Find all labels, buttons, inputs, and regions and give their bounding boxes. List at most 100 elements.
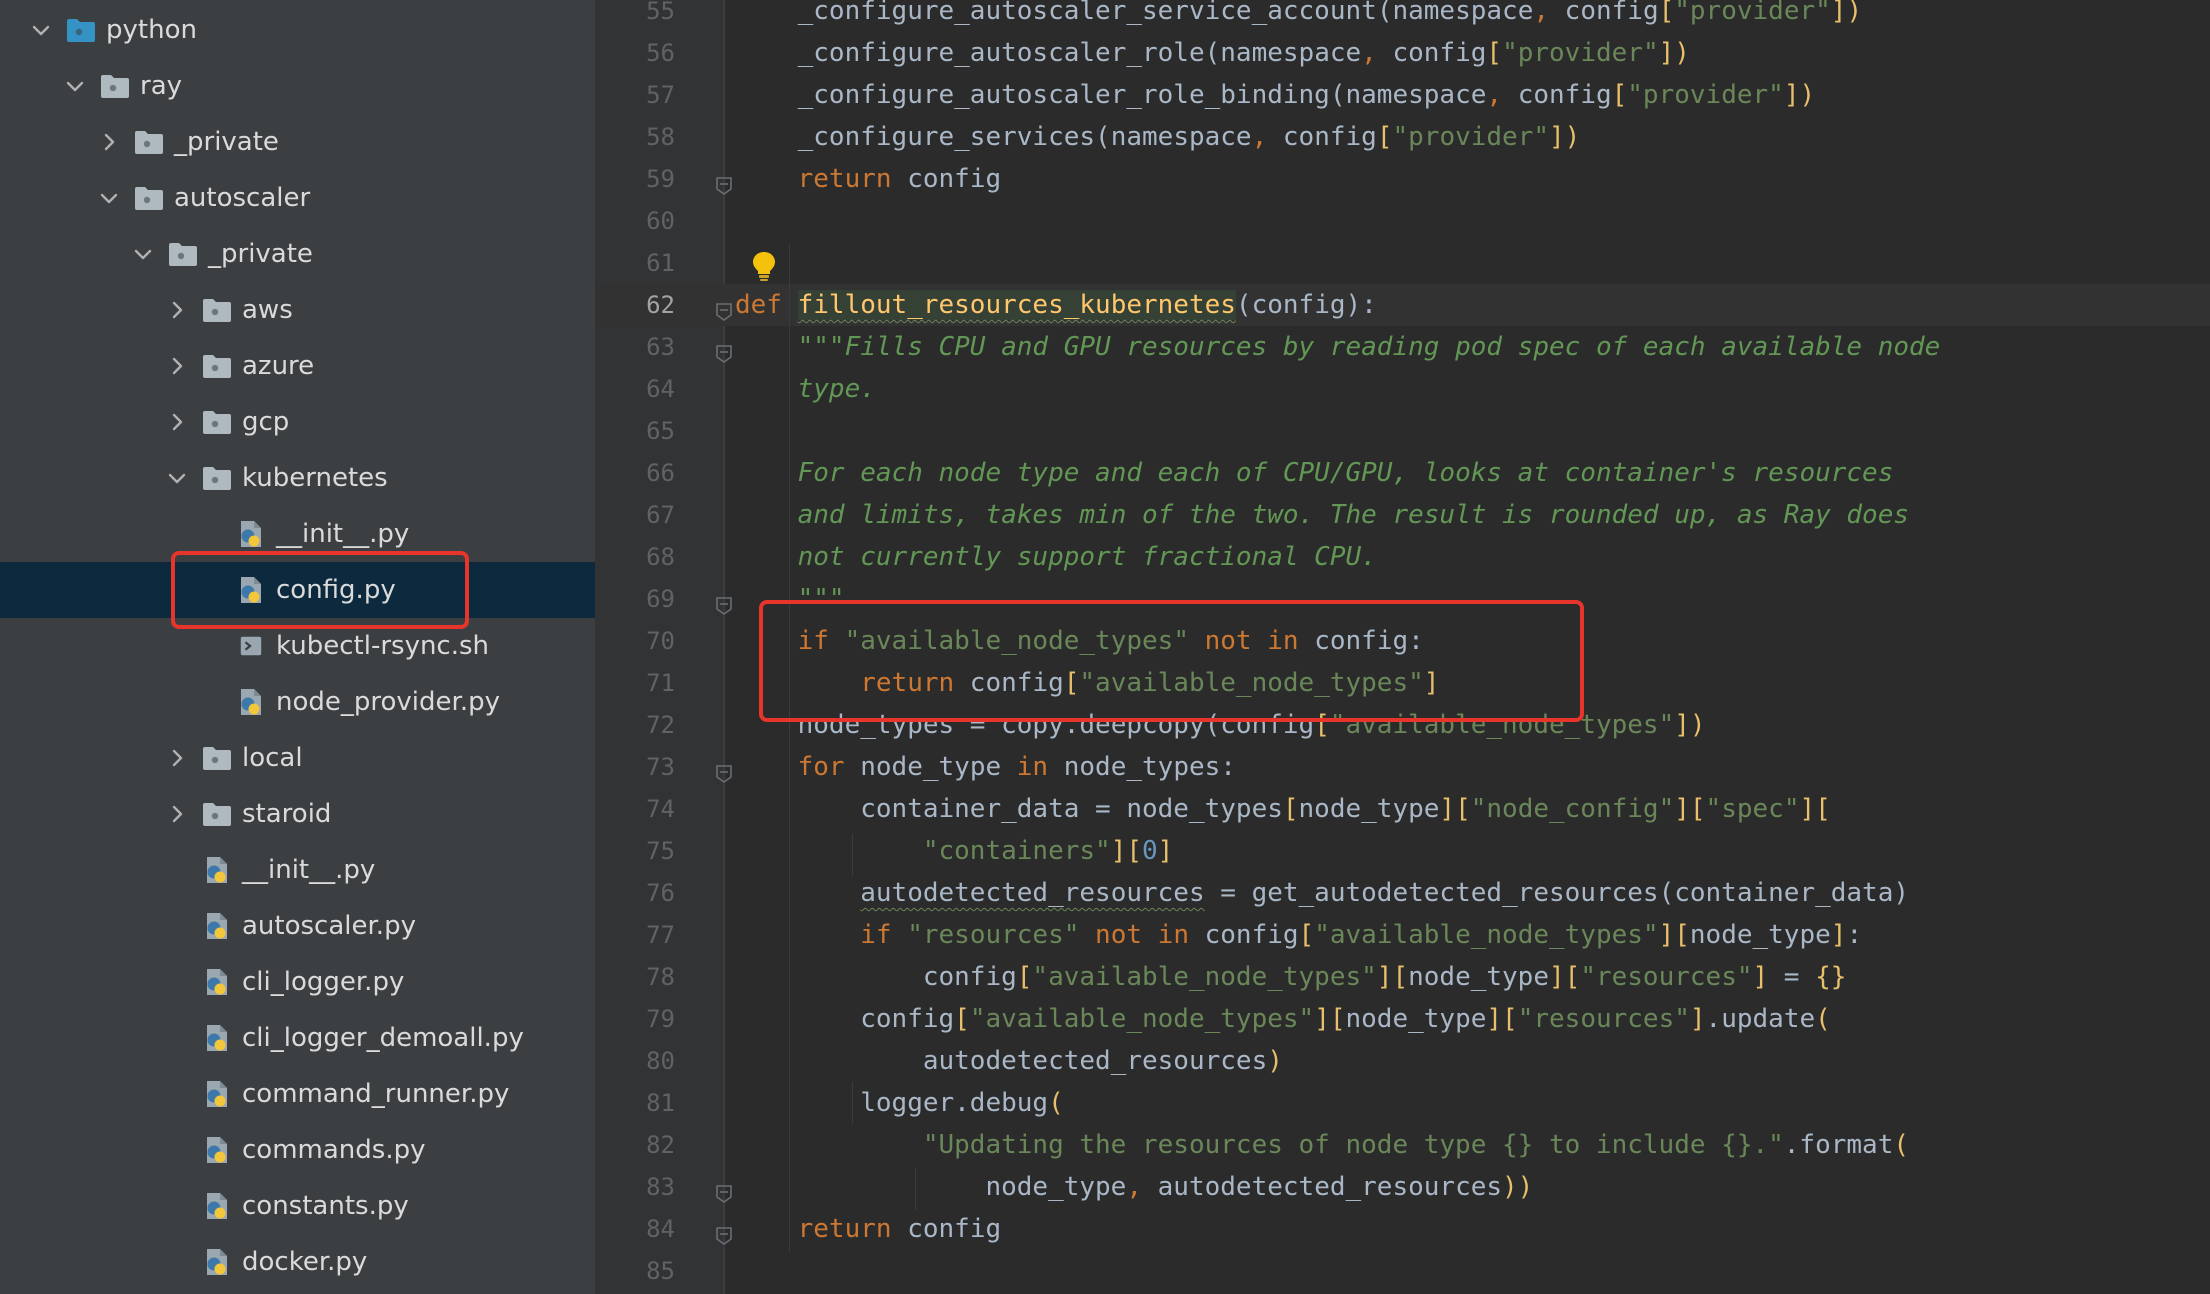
code-text: logger.debug(: [735, 1082, 1064, 1124]
code-token: "Updating the resources of node type {} …: [922, 1130, 1784, 1160]
line-number: 82: [646, 1131, 675, 1159]
code-token: ,: [1126, 1172, 1158, 1202]
code-token: [: [1016, 962, 1033, 992]
code-line[interactable]: 63 """Fills CPU and GPU resources by rea…: [0, 326, 2210, 368]
code-line[interactable]: 70 if "available_node_types" not in conf…: [0, 620, 2210, 662]
code-line[interactable]: 72 node_types = copy.deepcopy(config["av…: [0, 704, 2210, 746]
code-line[interactable]: 77 if "resources" not in config["availab…: [0, 914, 2210, 956]
code-token: node_type: [1689, 920, 1831, 950]
code-text: "containers"][0]: [735, 830, 1173, 872]
code-text: config["available_node_types"][node_type…: [735, 998, 1831, 1040]
line-number: 84: [646, 1215, 675, 1243]
code-token: namespace: [1345, 80, 1487, 110]
code-token: node_type: [985, 1172, 1127, 1202]
code-line[interactable]: 84 return config: [0, 1208, 2210, 1250]
fold-marker-icon[interactable]: [713, 336, 735, 363]
code-text: if "available_node_types" not in config:: [735, 620, 1424, 662]
code-line[interactable]: 61: [0, 242, 2210, 284]
code-token: type.: [797, 374, 876, 404]
code-token: """: [797, 584, 845, 614]
code-token: "node_config": [1470, 794, 1675, 824]
code-line[interactable]: 64 type.: [0, 368, 2210, 410]
code-line[interactable]: 82 "Updating the resources of node type …: [0, 1124, 2210, 1166]
fold-marker-icon[interactable]: [713, 1176, 735, 1203]
fold-marker-icon[interactable]: [713, 294, 735, 321]
code-text: node_types = copy.deepcopy(config["avail…: [735, 704, 1706, 746]
code-token: container_data: [1674, 878, 1894, 908]
code-token: "resources": [907, 920, 1080, 950]
line-number: 75: [646, 837, 675, 865]
code-token: config: [1564, 0, 1659, 26]
code-line[interactable]: 57 _configure_autoscaler_role_binding(na…: [0, 74, 2210, 116]
code-token: [: [1611, 80, 1628, 110]
code-token: _configure_services: [797, 122, 1096, 152]
fold-marker-icon[interactable]: [713, 1218, 735, 1245]
code-text: For each node type and each of CPU/GPU, …: [735, 452, 1894, 494]
code-line[interactable]: 56 _configure_autoscaler_role(namespace,…: [0, 32, 2210, 74]
code-token: not currently support fractional CPU.: [797, 542, 1377, 572]
code-token: "available_node_types": [844, 626, 1189, 656]
code-token: ][: [1439, 794, 1471, 824]
code-line[interactable]: 71 return config["available_node_types"]: [0, 662, 2210, 704]
code-token: (: [1204, 38, 1221, 68]
code-line[interactable]: 78 config["available_node_types"][node_t…: [0, 956, 2210, 998]
code-line[interactable]: 80 autodetected_resources): [0, 1040, 2210, 1082]
code-line[interactable]: 69 """: [0, 578, 2210, 620]
code-token: (: [1329, 80, 1346, 110]
code-text: _configure_autoscaler_service_account(na…: [735, 0, 1862, 32]
code-token: "provider": [1627, 80, 1784, 110]
code-text: return config: [735, 1208, 1002, 1250]
code-line[interactable]: 76 autodetected_resources = get_autodete…: [0, 872, 2210, 914]
code-token: if: [860, 920, 892, 950]
line-number: 74: [646, 795, 675, 823]
line-number: 59: [646, 165, 675, 193]
code-token: if: [797, 626, 829, 656]
code-line[interactable]: 83 node_type, autodetected_resources)): [0, 1166, 2210, 1208]
code-token: (: [1815, 1004, 1831, 1034]
code-line[interactable]: 59 return config: [0, 158, 2210, 200]
line-number: 61: [646, 249, 675, 277]
code-line[interactable]: 85: [0, 1250, 2210, 1292]
code-line[interactable]: 74 container_data = node_types[node_type…: [0, 788, 2210, 830]
code-text: config["available_node_types"][node_type…: [735, 956, 1847, 998]
code-token: "available_node_types": [969, 1004, 1315, 1034]
line-number: 63: [646, 333, 675, 361]
code-line[interactable]: 75 "containers"][0]: [0, 830, 2210, 872]
line-number: 71: [646, 669, 675, 697]
code-token: (: [1095, 122, 1111, 152]
code-token: ]: [1689, 1004, 1706, 1034]
code-token: "available_node_types": [1329, 710, 1675, 740]
code-token: ): [1267, 1046, 1283, 1076]
code-token: )): [1502, 1172, 1534, 1202]
code-token: For each node type and each of CPU/GPU, …: [797, 458, 1894, 488]
code-token: =: [1768, 962, 1816, 992]
code-line[interactable]: 62 def fillout_resources_kubernetes(confi…: [0, 284, 2210, 326]
code-token: def: [735, 290, 782, 320]
code-line[interactable]: 55 _configure_autoscaler_service_account…: [0, 0, 2210, 32]
code-line[interactable]: 58 _configure_services(namespace, config…: [0, 116, 2210, 158]
indent-guide: [915, 1168, 916, 1210]
code-line[interactable]: 60: [0, 200, 2210, 242]
line-number: 78: [646, 963, 675, 991]
code-line[interactable]: 65: [0, 410, 2210, 452]
code-token: ,: [1361, 38, 1393, 68]
fold-marker-icon[interactable]: [713, 756, 735, 783]
code-line[interactable]: 66 For each node type and each of CPU/GP…: [0, 452, 2210, 494]
code-line[interactable]: 68 not currently support fractional CPU.: [0, 536, 2210, 578]
fold-marker-icon[interactable]: [713, 588, 735, 615]
code-line[interactable]: 73 for node_type in node_types:: [0, 746, 2210, 788]
code-token: config: [891, 1214, 1002, 1244]
code-line[interactable]: 81 logger.debug(: [0, 1082, 2210, 1124]
lightbulb-icon[interactable]: [750, 250, 778, 282]
code-line[interactable]: 67 and limits, takes min of the two. The…: [0, 494, 2210, 536]
code-text: _configure_autoscaler_role_binding(names…: [735, 74, 1816, 116]
code-line[interactable]: 79 config["available_node_types"][node_t…: [0, 998, 2210, 1040]
fold-marker-icon[interactable]: [713, 168, 735, 195]
